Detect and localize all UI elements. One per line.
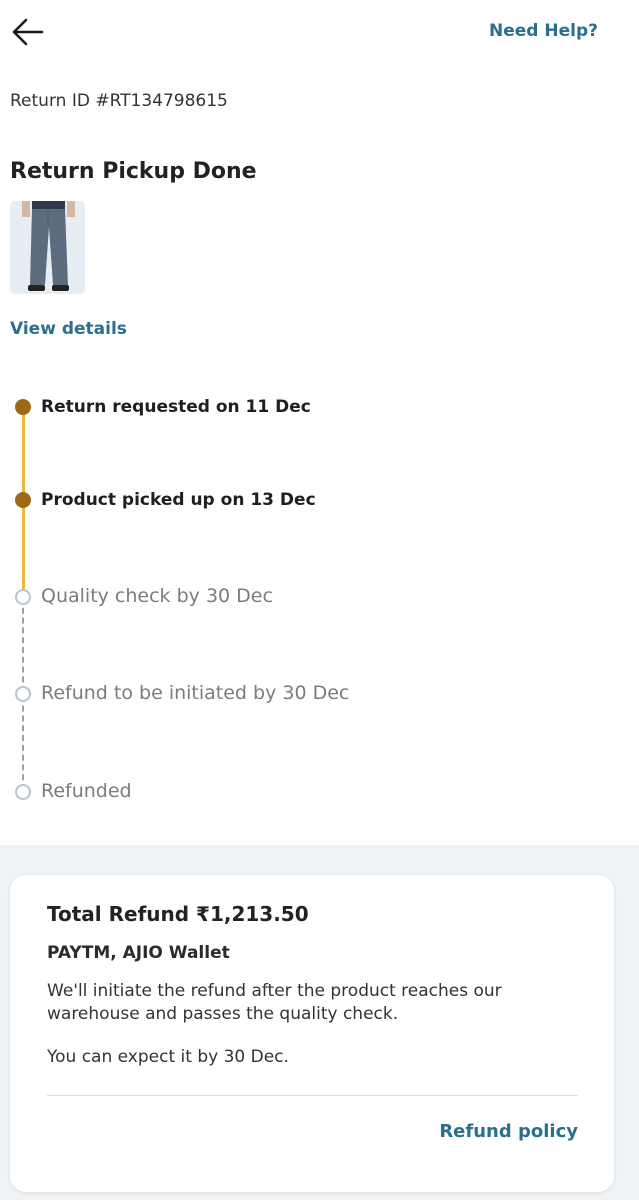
timeline-dot-pending [15,784,31,800]
refund-expectation: You can expect it by 30 Dec. [47,1047,289,1067]
timeline-dot-pending [15,686,31,702]
timeline-dot-done [15,492,31,508]
timeline-step-picked-up: Product picked up on 13 Dec [41,490,316,510]
timeline-dot-done [15,399,31,415]
refund-card: Total Refund ₹1,213.50 PAYTM, AJIO Walle… [10,875,614,1192]
timeline-step-requested: Return requested on 11 Dec [41,397,311,417]
arrow-left-icon [12,18,44,46]
divider [47,1095,578,1096]
product-thumbnail[interactable] [10,201,85,294]
refund-description: We'll initiate the refund after the prod… [47,981,502,1024]
timeline-step-quality-check: Quality check by 30 Dec [41,585,273,607]
timeline-dot-pending [15,589,31,605]
view-details-link[interactable]: View details [10,319,127,339]
timeline-step-refund-initiated: Refund to be initiated by 30 Dec [41,682,350,704]
jeans-product-image [10,201,85,294]
need-help-link[interactable]: Need Help? [489,21,598,41]
refund-mode: PAYTM, AJIO Wallet [47,943,230,963]
timeline-step-refunded: Refunded [41,780,132,802]
refund-policy-link[interactable]: Refund policy [439,1121,578,1142]
back-button[interactable] [8,12,48,52]
refund-total: Total Refund ₹1,213.50 [47,902,309,926]
page-title: Return Pickup Done [10,159,257,184]
return-id: Return ID #RT134798615 [10,91,228,111]
